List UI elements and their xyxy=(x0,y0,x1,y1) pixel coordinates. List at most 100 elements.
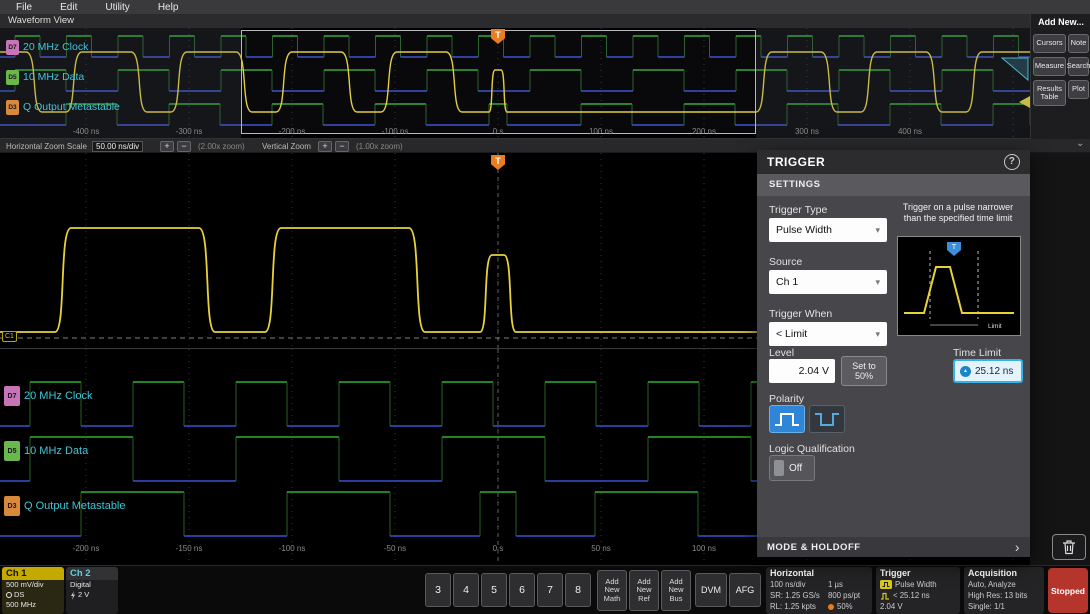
channel-label-d5[interactable]: D5 10 MHz Data xyxy=(4,441,89,461)
horizontal-title: Horizontal xyxy=(770,568,814,578)
afg-button[interactable]: AFG xyxy=(729,573,761,607)
zoom-axis-tick: -100 ns xyxy=(278,544,306,553)
channel-7-button[interactable]: 7 xyxy=(537,573,563,607)
add-new-math-button[interactable]: Add New Math xyxy=(597,570,627,611)
channel-label-d3[interactable]: D3 Q Output Metastable xyxy=(4,496,126,516)
menu-bar: File Edit Utility Help xyxy=(0,0,1090,14)
trigger-when-value: < Limit xyxy=(776,328,808,340)
polarity-label: Polarity xyxy=(769,393,805,405)
channel-badge-d3[interactable]: D3 xyxy=(6,99,19,115)
ch1-probe: DS xyxy=(14,590,25,599)
zoom-axis-tick: 100 ns xyxy=(691,544,717,553)
source-dropdown[interactable]: Ch 1 xyxy=(769,270,887,294)
horizontal-zoom-value[interactable]: 50.00 ns/div xyxy=(92,140,144,152)
overview-axis-tick: 400 ns xyxy=(897,127,923,136)
trigger-panel-body: Trigger Type Pulse Width Trigger on a pu… xyxy=(757,196,1030,537)
acquisition-tile[interactable]: Acquisition Auto, Analyze High Res: 13 b… xyxy=(964,567,1044,614)
polarity-positive-button[interactable] xyxy=(769,405,805,433)
v-zoom-minus-button[interactable]: − xyxy=(335,140,349,152)
menu-item-file[interactable]: File xyxy=(16,2,32,13)
channel-6-button[interactable]: 6 xyxy=(509,573,535,607)
search-button[interactable]: Search xyxy=(1067,57,1090,76)
level-input[interactable]: 2.04 V xyxy=(769,359,835,383)
ch1-level-marker[interactable]: C1 xyxy=(2,331,17,342)
v-zoom-plus-button[interactable]: + xyxy=(318,140,332,152)
channel-4-button[interactable]: 4 xyxy=(453,573,479,607)
add-new-panel: Add New... Cursors Note Measure Search R… xyxy=(1030,14,1090,139)
mode-holdoff-bar[interactable]: MODE & HOLDOFF xyxy=(757,537,1030,557)
channel-label-d3[interactable]: D3 Q Output Metastable xyxy=(6,98,120,116)
trash-button[interactable] xyxy=(1052,534,1086,560)
overview-axis-tick: -200 ns xyxy=(278,127,306,136)
set-to-line1: Set to xyxy=(852,360,876,371)
channel-badge-d5[interactable]: D5 xyxy=(4,441,20,461)
time-limit-input[interactable]: ▲ 25.12 ns xyxy=(953,359,1023,383)
channel-badge-d5[interactable]: D5 xyxy=(6,69,19,85)
set-to-50-button[interactable]: Set to 50% xyxy=(841,356,887,386)
trigger-tile[interactable]: Trigger Pulse Width < 25.12 ns 2.04 V xyxy=(876,567,960,614)
trigger-panel-title: TRIGGER xyxy=(767,155,826,169)
ch2-badge[interactable]: Ch 2 Digital 2 V xyxy=(66,567,118,614)
overview-axis-tick: -300 ns xyxy=(175,127,203,136)
channel-name: 10 MHz Data xyxy=(23,71,85,83)
h-resolution: 800 ps/pt xyxy=(828,591,861,600)
set-to-line2: 50% xyxy=(854,371,873,381)
collapse-chevron-icon[interactable] xyxy=(1076,138,1084,149)
negative-pulse-icon xyxy=(815,413,839,426)
menu-item-utility[interactable]: Utility xyxy=(105,2,129,13)
trigger-type-dropdown[interactable]: Pulse Width xyxy=(769,218,887,242)
menu-item-help[interactable]: Help xyxy=(158,2,179,13)
plot-button[interactable]: Plot xyxy=(1068,80,1089,99)
zoom-axis-tick: 50 ns xyxy=(591,544,611,553)
trigger-title: Trigger xyxy=(880,568,911,578)
polarity-negative-button[interactable] xyxy=(809,405,845,433)
channel-label-d5[interactable]: D5 10 MHz Data xyxy=(6,68,84,86)
waveform-view-tab[interactable]: Waveform View xyxy=(0,14,1030,28)
menu-item-edit[interactable]: Edit xyxy=(60,2,77,13)
trigger-when-dropdown[interactable]: < Limit xyxy=(769,322,887,346)
cursors-button[interactable]: Cursors xyxy=(1033,34,1066,53)
tab-settings[interactable]: SETTINGS xyxy=(757,174,1030,196)
measure-button[interactable]: Measure xyxy=(1033,57,1066,76)
threshold-icon xyxy=(71,590,75,600)
trigger-type-value: Pulse Width xyxy=(776,224,833,236)
h-sample-rate: SR: 1.25 GS/s xyxy=(770,591,820,600)
toggle-nub xyxy=(774,460,784,476)
dvm-button[interactable]: DVM xyxy=(695,573,727,607)
ch2-threshold: 2 V xyxy=(78,590,90,599)
channel-name: Q Output Metastable xyxy=(24,500,126,512)
probe-icon xyxy=(6,592,12,598)
channel-8-button[interactable]: 8 xyxy=(565,573,591,607)
channel-label-d7[interactable]: D7 20 MHz Clock xyxy=(4,386,92,406)
horizontal-tile[interactable]: Horizontal 100 ns/div 1 µs SR: 1.25 GS/s… xyxy=(766,567,872,614)
ch2-title: Ch 2 xyxy=(66,567,118,580)
results-table-button[interactable]: Results Table xyxy=(1033,80,1066,106)
zoom-window-box[interactable] xyxy=(241,30,756,134)
pulse-diagram-graphic: T Limit xyxy=(904,242,1014,330)
channel-badge-d7[interactable]: D7 xyxy=(6,39,19,55)
channel-5-button[interactable]: 5 xyxy=(481,573,507,607)
add-new-bus-button[interactable]: Add New Bus xyxy=(661,570,691,611)
channel-3-button[interactable]: 3 xyxy=(425,573,451,607)
pulse-width-diagram: T Limit xyxy=(897,236,1021,336)
logic-qualification-toggle[interactable]: Off xyxy=(769,455,815,481)
note-button[interactable]: Note xyxy=(1068,34,1089,53)
overview-axis-tick: -400 ns xyxy=(72,127,100,136)
channel-badge-d3[interactable]: D3 xyxy=(4,496,20,516)
knob-assign-icon: ▲ xyxy=(960,365,971,377)
channel-badge-d7[interactable]: D7 xyxy=(4,386,20,406)
stopped-button[interactable]: Stopped xyxy=(1048,568,1088,613)
h-position: 50% xyxy=(837,602,853,611)
help-icon[interactable]: ? xyxy=(1004,154,1020,170)
ch1-badge[interactable]: Ch 1 500 mV/div DS 500 MHz xyxy=(2,567,64,614)
h-zoom-minus-button[interactable]: − xyxy=(177,140,191,152)
ch1-bandwidth: 500 MHz xyxy=(6,600,37,609)
add-new-ref-button[interactable]: Add New Ref xyxy=(629,570,659,611)
zoom-axis-tick: 0 s xyxy=(492,544,504,553)
h-zoom-plus-button[interactable]: + xyxy=(160,140,174,152)
level-value: 2.04 V xyxy=(798,365,829,377)
chevron-right-icon xyxy=(1015,539,1020,555)
ch1-scale: 500 mV/div xyxy=(6,580,44,589)
channel-label-d7[interactable]: D7 20 MHz Clock xyxy=(6,38,88,56)
channel-name: 10 MHz Data xyxy=(24,445,89,457)
